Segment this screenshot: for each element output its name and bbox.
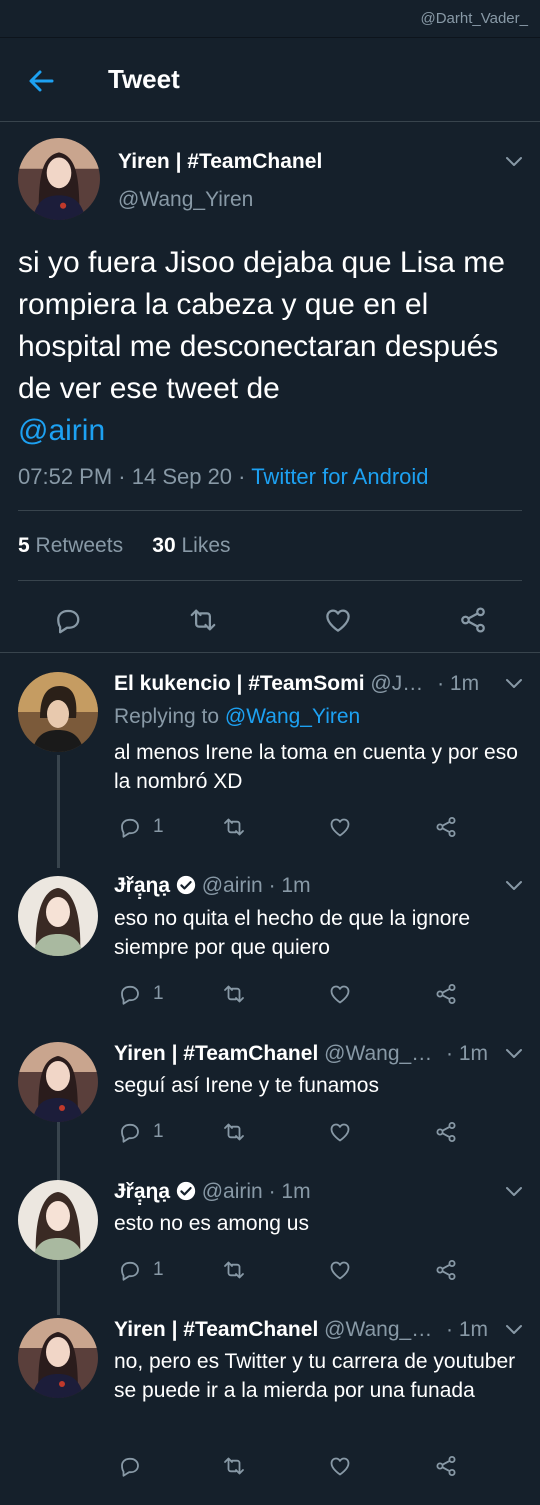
tweet-actions [0,600,540,640]
replying-to-link[interactable]: @Wang_Yiren [225,705,360,728]
share-icon[interactable] [458,605,488,635]
avatar[interactable] [18,672,98,752]
retweet-icon[interactable] [222,815,246,839]
retweet-icon[interactable] [222,1454,246,1478]
avatar[interactable] [18,1180,98,1260]
divider [0,652,540,653]
reply-header: Ɉřạ̣ɳạ @airin · 1m [114,1180,311,1204]
avatar[interactable] [18,1318,98,1398]
chevron-down-icon[interactable] [505,1186,523,1198]
likes-stat[interactable]: 30 Likes [152,534,230,557]
reply-author-handle[interactable]: @airin [202,1180,263,1203]
page-title: Tweet [108,64,180,94]
chevron-down-icon[interactable] [505,880,523,892]
mention-link[interactable]: @airin [18,414,105,447]
avatar[interactable] [18,1042,98,1122]
tweet-text: si yo fuera Jisoo dejaba que Lisa me rom… [18,242,523,452]
reply-text: esto no es among us [114,1212,309,1235]
like-icon[interactable] [328,1258,352,1282]
tweet-date: 14 Sep 20 [131,464,233,489]
retweet-icon[interactable] [188,605,218,635]
reply-header: Ɉřạ̣ɳạ @airin · 1m [114,874,311,898]
retweet-icon[interactable] [222,982,246,1006]
reply-count: 1 [153,1259,164,1280]
reply-time: · 1m [446,1042,489,1065]
reply-count: 1 [153,816,164,837]
reply-header: Yiren | #TeamChanel @Wang_… · 1m [114,1042,488,1066]
reply-text: seguí así Irene y te funamos [114,1074,379,1097]
reply-icon[interactable] [117,1258,141,1282]
main-tweet: Yiren | #TeamChanel @Wang_Yiren si yo fu… [0,122,540,652]
like-icon[interactable] [328,1120,352,1144]
back-arrow-icon[interactable] [26,66,56,96]
reply-author-handle[interactable]: @Wang_… [324,1042,432,1065]
reply-author-handle[interactable]: @airin [202,874,263,897]
reply-author-name[interactable]: Yiren | #TeamChanel [114,1042,318,1065]
reply-count: 1 [153,983,164,1004]
verified-icon [176,1181,196,1201]
divider [18,580,522,581]
verified-icon [176,875,196,895]
share-icon[interactable] [434,1120,458,1144]
like-icon[interactable] [328,1454,352,1478]
reply-time: · 1m [268,1180,311,1203]
author-name[interactable]: Yiren | #TeamChanel [118,150,322,174]
chevron-down-icon[interactable] [505,678,523,690]
reply-time: · 1m [437,672,480,695]
share-icon[interactable] [434,982,458,1006]
avatar[interactable] [18,138,100,220]
reply-author-handle[interactable]: @J… [370,672,423,695]
reply-author-name[interactable]: El kukencio | #TeamSomi [114,672,365,695]
retweet-icon[interactable] [222,1258,246,1282]
reply-author-name[interactable]: Ɉřạ̣ɳạ [114,874,170,897]
tweet-body: si yo fuera Jisoo dejaba que Lisa me rom… [18,246,505,405]
reply-author-handle[interactable]: @Wang_… [324,1318,432,1341]
tweet-meta: 07:52 PM · 14 Sep 20 · Twitter for Andro… [18,464,429,489]
share-icon[interactable] [434,1454,458,1478]
retweets-stat[interactable]: 5 Retweets [18,534,123,557]
reply-author-name[interactable]: Ɉřạ̣ɳạ [114,1180,170,1203]
tweet-source[interactable]: Twitter for Android [251,464,428,489]
tweet-time: 07:52 PM [18,464,113,489]
reply-header: El kukencio | #TeamSomi @J… · 1m [114,672,479,696]
reply-author-name[interactable]: Yiren | #TeamChanel [114,1318,318,1341]
like-icon[interactable] [328,982,352,1006]
chevron-down-icon[interactable] [505,1048,523,1060]
reply-icon[interactable] [117,982,141,1006]
chevron-down-icon[interactable] [505,156,523,168]
reply-icon[interactable] [117,815,141,839]
replying-to: Replying to @Wang_Yiren [114,705,361,728]
avatar[interactable] [18,876,98,956]
reply-icon[interactable] [117,1454,141,1478]
reply-header: Yiren | #TeamChanel @Wang_… · 1m [114,1318,488,1342]
like-icon[interactable] [328,815,352,839]
share-icon[interactable] [434,1258,458,1282]
like-icon[interactable] [323,605,353,635]
top-app-bar: Tweet [0,37,540,122]
tweet-stats: 5 Retweets 30 Likes [18,534,231,558]
reply-time: · 1m [446,1318,489,1341]
reply-icon[interactable] [117,1120,141,1144]
reply-text: no, pero es Twitter y tu carrera de yout… [114,1350,516,1402]
retweet-icon[interactable] [222,1120,246,1144]
reply-icon[interactable] [52,605,82,635]
chevron-down-icon[interactable] [505,1324,523,1336]
reply-text: eso no quita el hecho de que la ignore s… [114,907,471,959]
thread-line [57,1120,60,1180]
reply-count: 1 [153,1121,164,1142]
author-handle[interactable]: @Wang_Yiren [118,188,253,212]
thread-line [57,1260,60,1315]
thread-line [57,755,60,868]
watermark: @Darht_Vader_ [420,10,528,27]
reply-text: al menos Irene la toma en cuenta y por e… [114,741,518,793]
reply-time: · 1m [268,874,311,897]
divider [18,510,522,511]
share-icon[interactable] [434,815,458,839]
